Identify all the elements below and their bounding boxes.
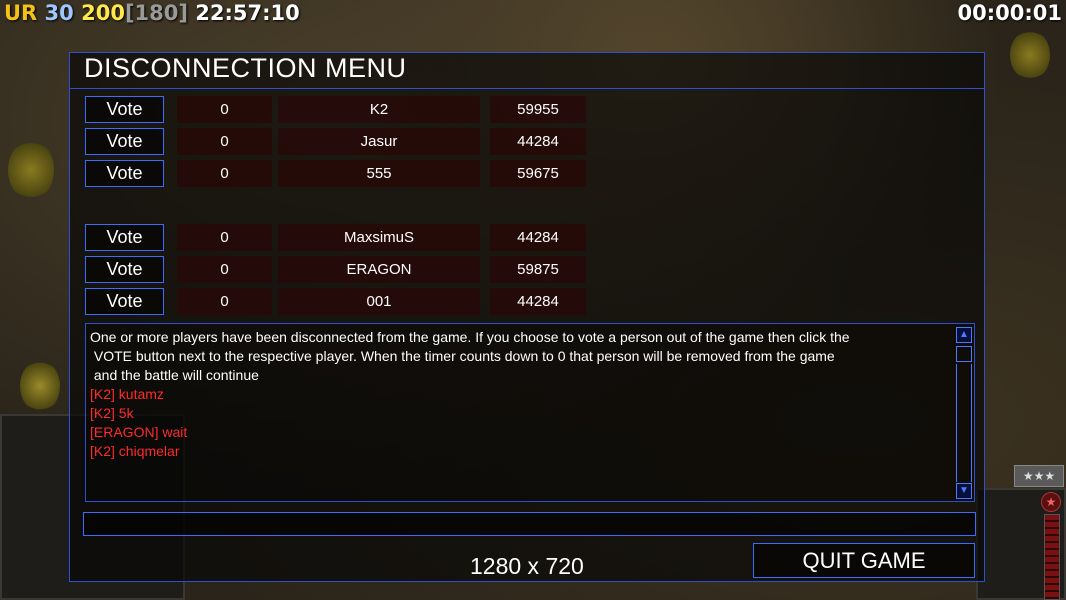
quit-game-button[interactable]: QUIT GAME bbox=[753, 543, 975, 578]
chat-message: [K2] 5k bbox=[90, 405, 134, 421]
player-ping: 59955 bbox=[490, 96, 586, 123]
chat-message: [ERAGON] wait bbox=[90, 424, 188, 440]
player-ping: 44284 bbox=[490, 224, 586, 251]
dialog-title: DISCONNECTION MENU bbox=[84, 53, 407, 83]
title-divider bbox=[70, 88, 984, 89]
player-name: 555 bbox=[278, 160, 480, 187]
player-votes: 0 bbox=[177, 128, 272, 155]
player-votes: 0 bbox=[177, 160, 272, 187]
player-votes: 0 bbox=[177, 96, 272, 123]
player-ping: 59875 bbox=[490, 256, 586, 283]
disconnect-message: VOTE button next to the respective playe… bbox=[90, 348, 835, 364]
chat-message: [K2] kutamz bbox=[90, 386, 164, 402]
unit-cap: [180] bbox=[124, 1, 188, 25]
disconnect-message: One or more players have been disconnect… bbox=[90, 329, 850, 345]
player-votes: 0 bbox=[177, 256, 272, 283]
power-value: 30 bbox=[44, 1, 74, 25]
vote-button-jasur[interactable]: Vote bbox=[85, 128, 164, 155]
resource-hud: UR 30 200[180] 22:57:10 bbox=[4, 1, 300, 25]
chat-message: [K2] chiqmelar bbox=[90, 443, 180, 459]
scrollbar-thumb[interactable] bbox=[956, 346, 972, 362]
game-timer: 00:00:01 bbox=[957, 1, 1062, 25]
rank-badge: ★★★ bbox=[1014, 465, 1064, 487]
clock: 22:57:10 bbox=[195, 1, 300, 25]
vote-button-maxsimus[interactable]: Vote bbox=[85, 224, 164, 251]
vote-button-k2[interactable]: Vote bbox=[85, 96, 164, 123]
tree-decoration bbox=[8, 140, 54, 200]
player-name: K2 bbox=[278, 96, 480, 123]
player-name: MaxsimuS bbox=[278, 224, 480, 251]
vote-button-001[interactable]: Vote bbox=[85, 288, 164, 315]
faction-label: UR bbox=[4, 1, 38, 25]
disconnection-dialog: DISCONNECTION MENU Vote 0 K2 59955 Vote … bbox=[69, 52, 985, 582]
player-votes: 0 bbox=[177, 224, 272, 251]
scroll-down-arrow-icon[interactable]: ▼ bbox=[956, 483, 972, 499]
resolution-label: 1280 x 720 bbox=[470, 553, 584, 579]
player-name: Jasur bbox=[278, 128, 480, 155]
chat-input[interactable] bbox=[83, 512, 976, 536]
power-meter bbox=[1044, 514, 1060, 600]
tree-decoration bbox=[20, 360, 60, 412]
star-icon: ★ bbox=[1041, 492, 1061, 512]
player-ping: 59675 bbox=[490, 160, 586, 187]
chat-text: One or more players have been disconnect… bbox=[90, 328, 950, 461]
scroll-up-arrow-icon[interactable]: ▲ bbox=[956, 327, 972, 343]
vote-button-555[interactable]: Vote bbox=[85, 160, 164, 187]
vote-button-eragon[interactable]: Vote bbox=[85, 256, 164, 283]
player-name: ERAGON bbox=[278, 256, 480, 283]
player-ping: 44284 bbox=[490, 128, 586, 155]
player-name: 001 bbox=[278, 288, 480, 315]
disconnect-message: and the battle will continue bbox=[90, 367, 259, 383]
player-votes: 0 bbox=[177, 288, 272, 315]
chat-log[interactable]: One or more players have been disconnect… bbox=[85, 323, 975, 502]
tree-decoration bbox=[1010, 30, 1050, 80]
player-ping: 44284 bbox=[490, 288, 586, 315]
unit-count: 200 bbox=[81, 1, 125, 25]
scrollbar-track[interactable] bbox=[956, 364, 972, 482]
